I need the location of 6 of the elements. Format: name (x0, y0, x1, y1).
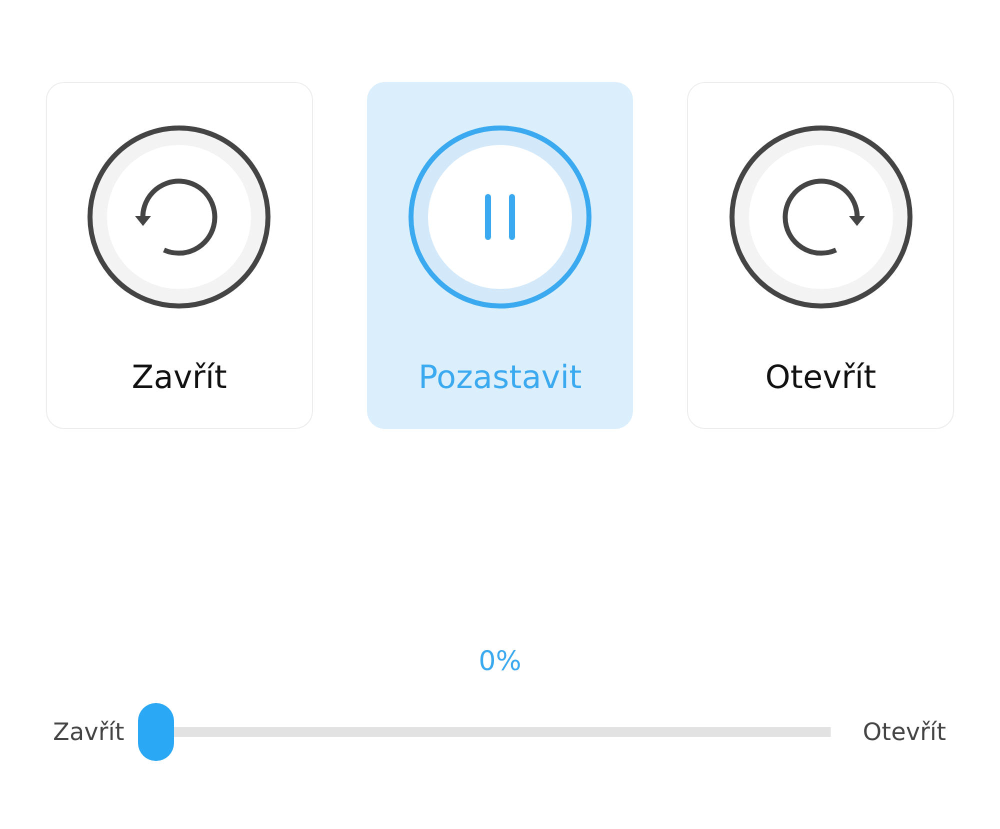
mode-button[interactable]: Otevřít (687, 82, 954, 429)
max-label: Otevřít (862, 718, 946, 746)
min-label: Zavřít (53, 718, 124, 746)
position-reading: 0% (478, 646, 522, 677)
slider-thumb[interactable] (138, 703, 174, 761)
mode-button[interactable]: Zavřít (46, 82, 313, 429)
